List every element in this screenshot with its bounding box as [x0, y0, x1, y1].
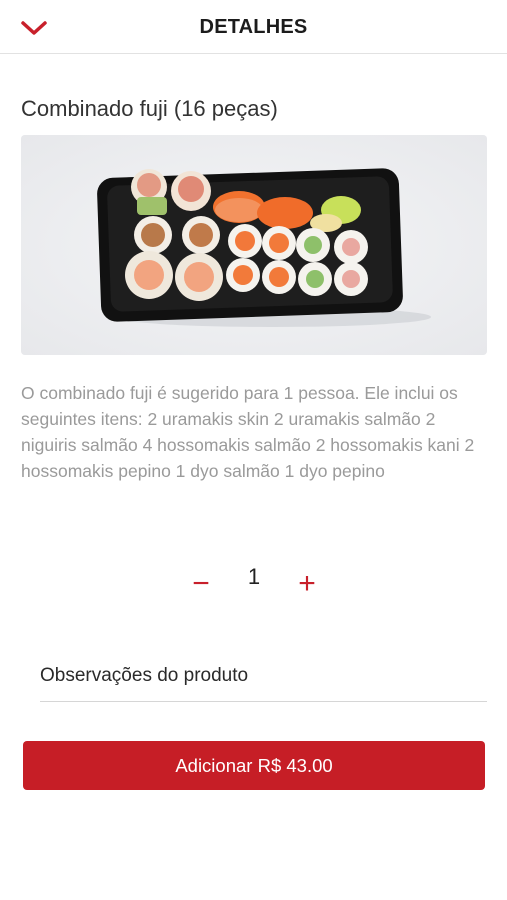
product-notes-input[interactable] — [40, 650, 487, 702]
page-title: DETALHES — [199, 16, 308, 38]
quantity-increase-button[interactable]: + — [291, 566, 323, 602]
product-title: Combinado fuji (16 peças) — [21, 96, 278, 121]
quantity-decrease-button[interactable]: − — [185, 566, 217, 602]
app-header: DETALHES — [0, 0, 507, 54]
quantity-value: 1 — [247, 564, 261, 589]
sushi-platter-image — [21, 135, 487, 355]
product-description: O combinado fuji é sugerido para 1 pesso… — [21, 383, 475, 481]
product-image — [21, 135, 487, 355]
add-to-cart-button[interactable]: Adicionar R$ 43.00 — [23, 741, 485, 790]
